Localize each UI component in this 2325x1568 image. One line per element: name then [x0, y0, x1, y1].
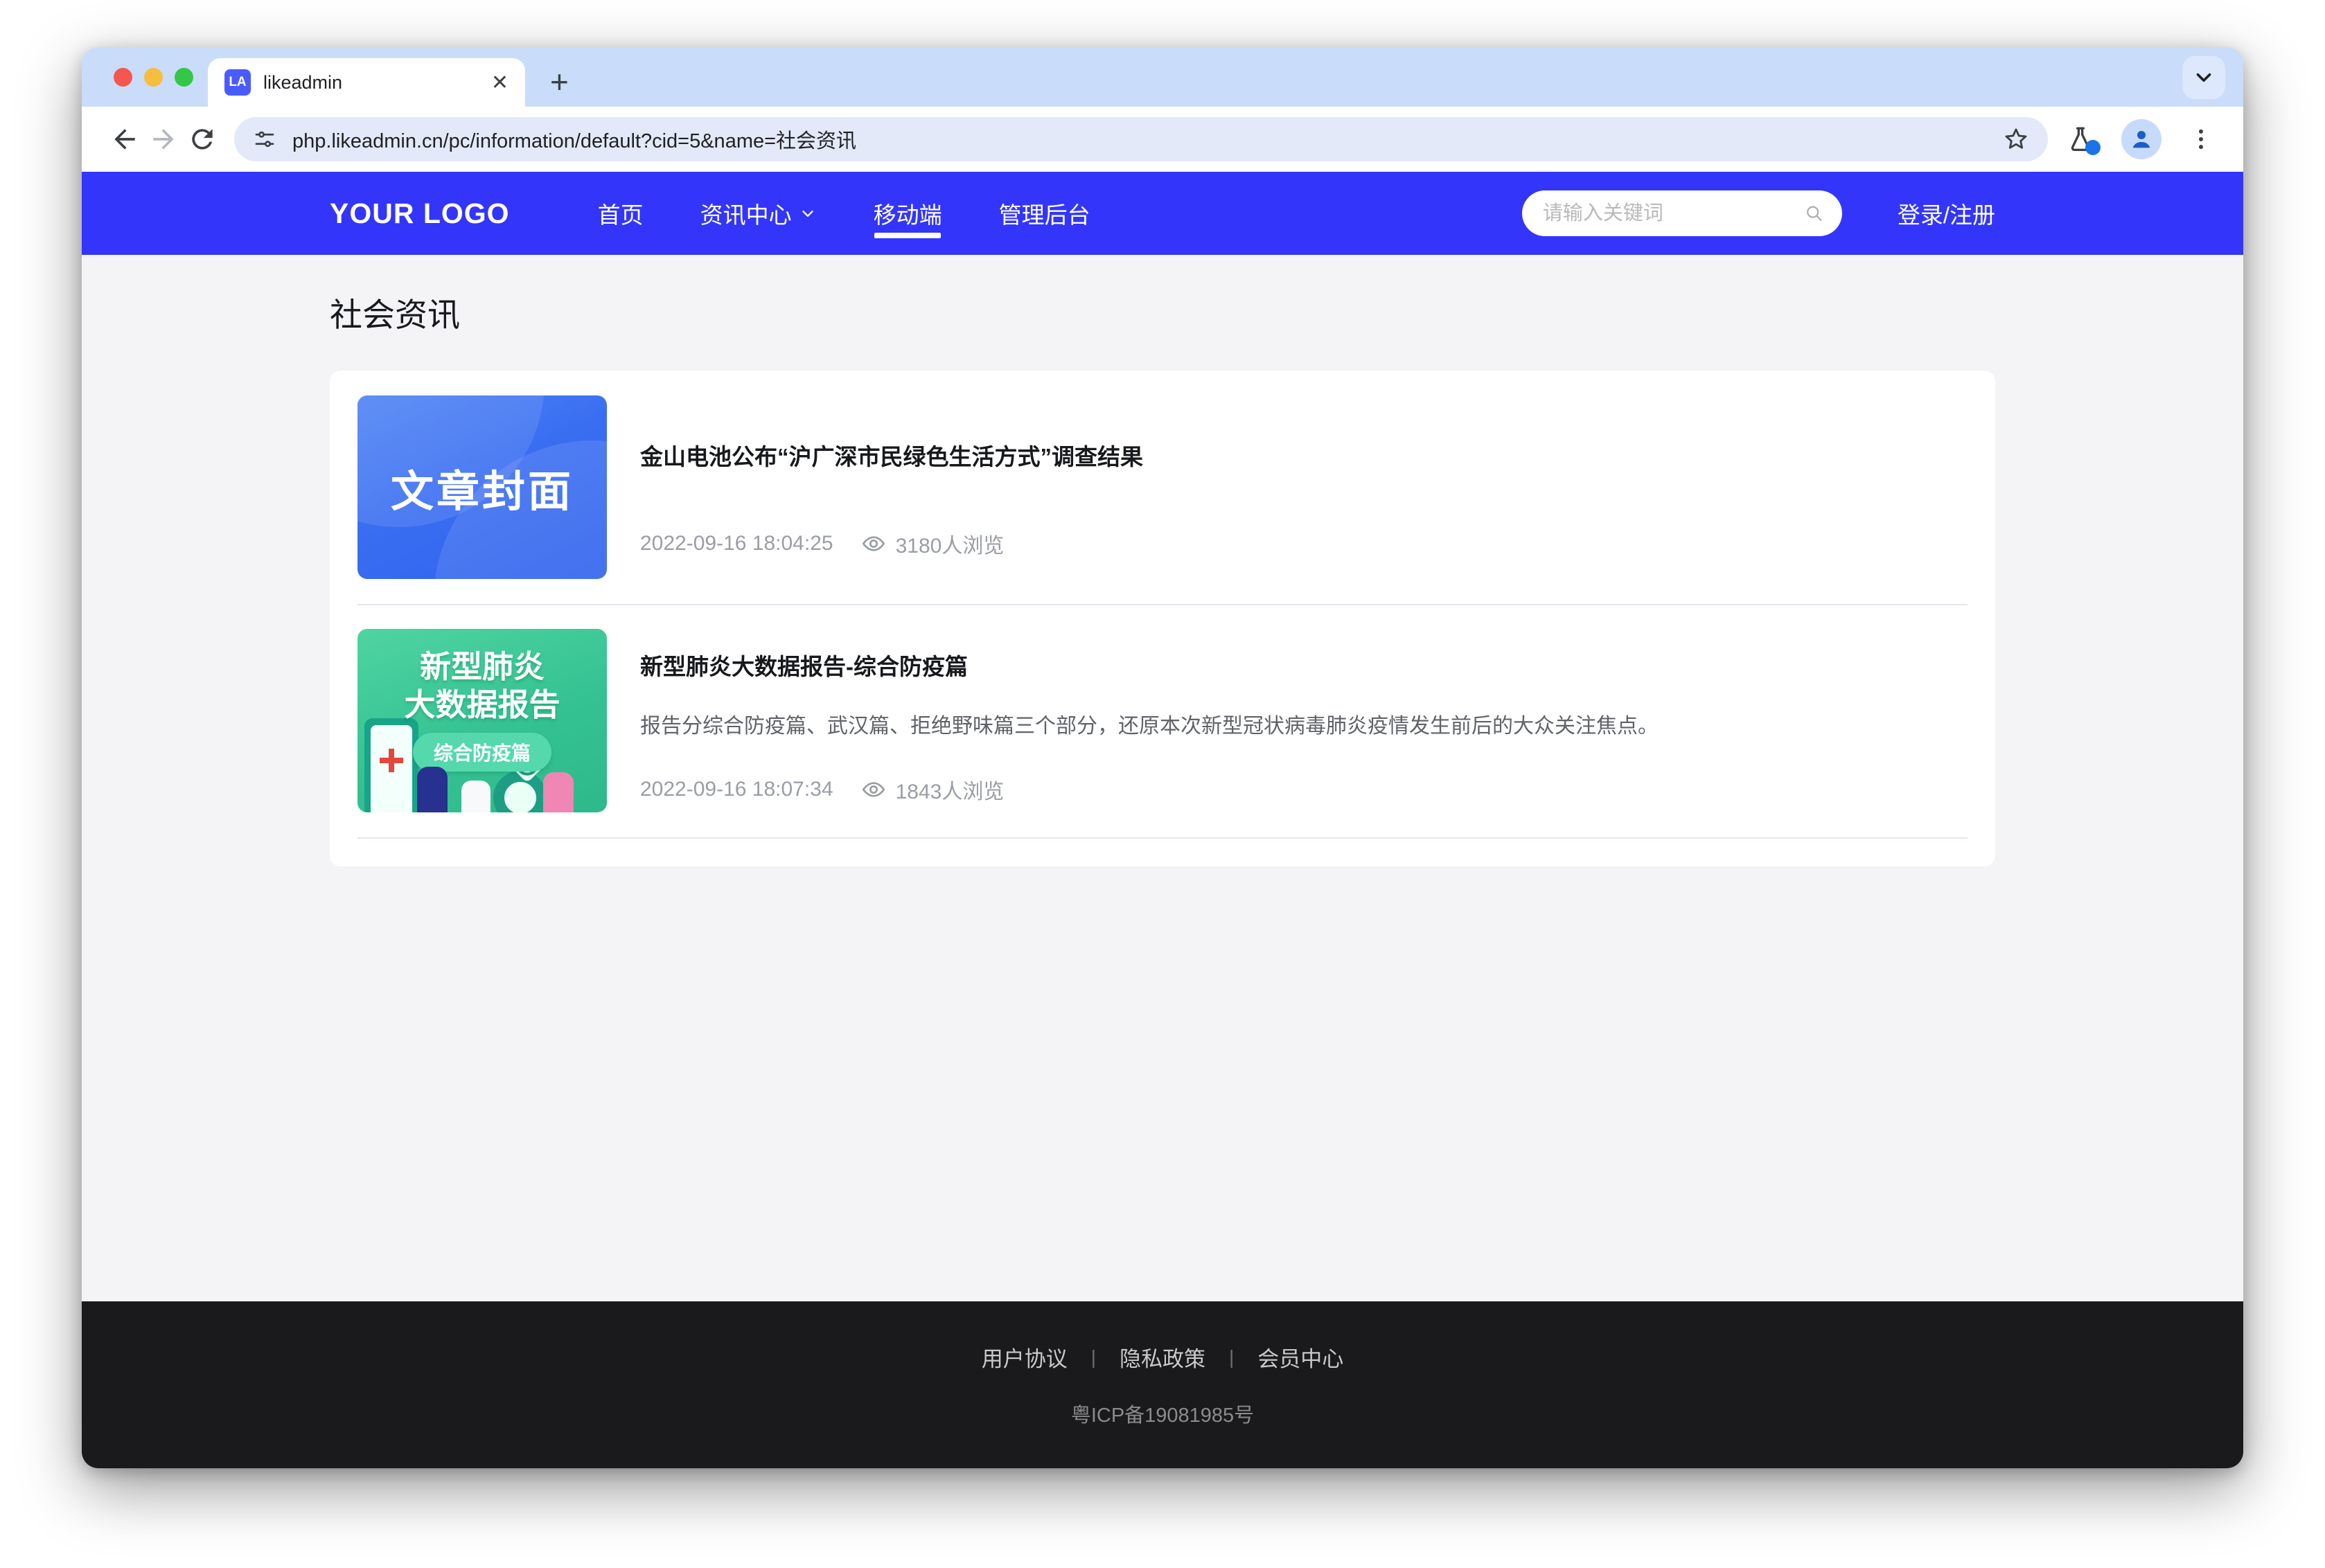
minimize-window-button[interactable] [144, 68, 163, 87]
article-title[interactable]: 新型肺炎大数据报告-综合防疫篇 [640, 648, 1968, 681]
cover-illustration-person [543, 772, 574, 812]
article-cover-image[interactable]: 新型肺炎 大数据报告 综合防疫篇 [357, 629, 607, 812]
back-icon [109, 124, 140, 154]
site-settings-icon[interactable] [252, 127, 277, 152]
main-menu: 首页 资讯中心 移动端 管理后台 [569, 172, 1119, 255]
article-views: 1843人浏览 [896, 774, 1005, 805]
site-header: YOUR LOGO 首页 资讯中心 移动端 [82, 172, 2243, 255]
notification-dot [2085, 140, 2101, 155]
search-input[interactable] [1543, 202, 1804, 225]
article-description: 报告分综合防疫篇、武汉篇、拒绝野味篇三个部分，还原本次新型冠状病毒肺炎疫情发生前… [640, 712, 1968, 741]
article-row[interactable]: 新型肺炎 大数据报告 综合防疫篇 新型肺炎大数据报告-综合防疫篇 报告分综合防 [357, 605, 1968, 839]
zoom-window-button[interactable] [175, 68, 193, 87]
tab-close-icon[interactable]: ✕ [491, 71, 509, 95]
active-underline [874, 233, 941, 238]
icp-record-number[interactable]: 粤ICP备19081985号 [1071, 1399, 1254, 1428]
reload-button[interactable] [183, 120, 222, 159]
cover-illustration-person [461, 781, 490, 812]
site-logo[interactable]: YOUR LOGO [330, 197, 510, 230]
cover-illustration-red-cross [380, 749, 403, 772]
footer-separator: | [1229, 1346, 1234, 1369]
menu-item-admin[interactable]: 管理后台 [971, 172, 1119, 255]
tab-search-button[interactable] [2182, 56, 2225, 99]
forward-button[interactable] [144, 120, 183, 159]
menu-label: 首页 [598, 197, 644, 230]
cover-text-line2: 大数据报告 [404, 686, 560, 724]
tab-title: likeadmin [263, 72, 479, 93]
cover-badge: 综合防疫篇 [413, 733, 551, 772]
views-eye-icon [861, 531, 886, 556]
article-row[interactable]: 文章封面 金山电池公布“沪广深市民绿色生活方式”调查结果 2022-09-16 … [357, 395, 1968, 605]
site-footer: 用户协议 | 隐私政策 | 会员中心 粤ICP备19081985号 [82, 1301, 2243, 1468]
views-eye-icon [861, 777, 886, 802]
menu-item-home[interactable]: 首页 [569, 172, 672, 255]
page-content: 社会资讯 文章封面 金山电池公布“沪广深市民绿色生活方式”调查结果 2022-0… [82, 255, 2243, 1301]
browser-window: LA likeadmin ✕ + [82, 47, 2243, 1468]
article-meta: 2022-09-16 18:04:25 3180人浏览 [640, 528, 1968, 559]
footer-link-member-center[interactable]: 会员中心 [1257, 1342, 1343, 1373]
cover-text-line1: 新型肺炎 [420, 648, 545, 686]
forward-icon [148, 124, 179, 154]
cover-illustration-watch [493, 771, 547, 812]
address-bar[interactable]: php.likeadmin.cn/pc/information/default?… [234, 117, 2048, 161]
page-title: 社会资讯 [330, 288, 1995, 336]
tab-strip: LA likeadmin ✕ + [82, 47, 2243, 107]
article-views: 3180人浏览 [896, 528, 1005, 559]
menu-kebab-icon[interactable] [2188, 126, 2214, 152]
cover-illustration-person [417, 767, 448, 812]
menu-item-news-center[interactable]: 资讯中心 [672, 172, 845, 255]
login-register-link[interactable]: 登录/注册 [1898, 197, 1995, 230]
browser-toolbar: php.likeadmin.cn/pc/information/default?… [82, 107, 2243, 172]
profile-avatar[interactable] [2121, 119, 2162, 159]
bookmark-star-icon[interactable] [2002, 125, 2030, 153]
article-cover-image[interactable]: 文章封面 [357, 395, 607, 579]
toolbar-right [2066, 119, 2220, 159]
person-icon [2128, 125, 2155, 153]
reload-icon [187, 124, 218, 154]
window-controls [114, 68, 193, 87]
footer-link-privacy-policy[interactable]: 隐私政策 [1120, 1342, 1205, 1373]
url-text[interactable]: php.likeadmin.cn/pc/information/default?… [292, 125, 1987, 154]
footer-links: 用户协议 | 隐私政策 | 会员中心 [982, 1342, 1344, 1373]
menu-item-mobile[interactable]: 移动端 [845, 172, 971, 255]
new-tab-button[interactable]: + [550, 61, 569, 103]
chevron-down-icon [799, 204, 817, 222]
cover-text: 文章封面 [391, 456, 574, 519]
close-window-button[interactable] [114, 68, 132, 87]
footer-separator: | [1091, 1346, 1096, 1369]
article-date: 2022-09-16 18:04:25 [640, 532, 833, 555]
tab-favicon: LA [224, 69, 251, 96]
menu-label: 管理后台 [999, 197, 1090, 230]
article-date: 2022-09-16 18:07:34 [640, 778, 833, 801]
experiments-button[interactable] [2066, 125, 2095, 154]
article-meta: 2022-09-16 18:07:34 1843人浏览 [640, 774, 1968, 805]
article-list-card: 文章封面 金山电池公布“沪广深市民绿色生活方式”调查结果 2022-09-16 … [330, 371, 1995, 866]
browser-tab[interactable]: LA likeadmin ✕ [208, 58, 525, 107]
chevron-down-icon [2192, 66, 2216, 89]
menu-label: 资讯中心 [700, 197, 792, 230]
back-button[interactable] [105, 120, 144, 159]
article-title[interactable]: 金山电池公布“沪广深市民绿色生活方式”调查结果 [640, 438, 1968, 472]
search-icon[interactable] [1804, 202, 1824, 225]
site-search-box[interactable] [1522, 190, 1842, 236]
menu-label: 移动端 [874, 197, 942, 230]
footer-link-user-agreement[interactable]: 用户协议 [982, 1342, 1068, 1373]
